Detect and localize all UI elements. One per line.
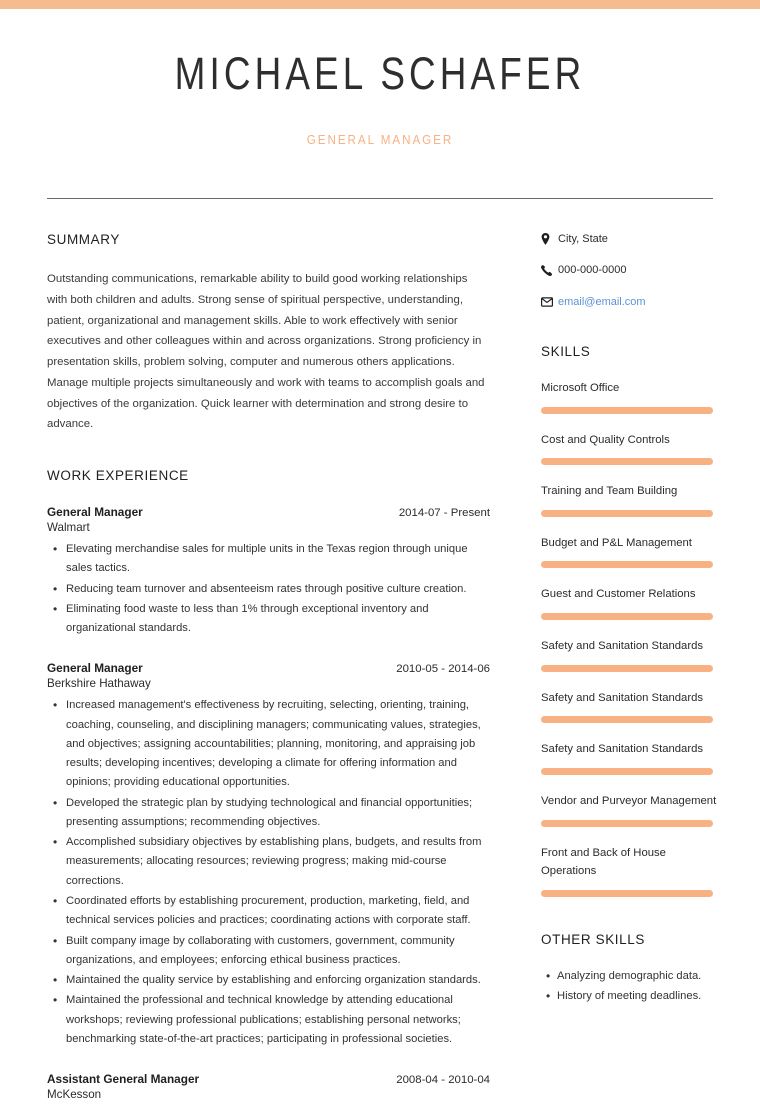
contact-text: 000-000-0000 <box>558 264 627 277</box>
job-bullet: Reducing team turnover and absenteeism r… <box>53 579 490 600</box>
skill-label: Front and Back of House Operations <box>541 846 666 878</box>
envelope-icon <box>541 297 558 307</box>
job-entry: General Manager 2010-05 - 2014-06 Berkshir… <box>47 661 490 1049</box>
other-skill-item: Analyzing demographic data. <box>546 966 721 987</box>
candidate-job-title: GENERAL MANAGER <box>306 132 454 147</box>
skill-label: Guest and Customer Relations <box>541 588 696 601</box>
resume-page: MICHAEL SCHAFER GENERAL MANAGER SUMMARY … <box>0 0 760 1101</box>
job-bullet: Coordinated efforts by establishing proc… <box>53 891 490 931</box>
main-column: SUMMARY Outstanding communications, rema… <box>47 232 490 1107</box>
skill-item: Safety and Sanitation Standards <box>541 740 721 775</box>
skill-label: Microsoft Office <box>541 381 620 394</box>
job-dates: 2014-07 - Present <box>398 507 490 519</box>
job-header: General Manager 2014-07 - Present <box>47 505 490 519</box>
job-bullet: Built company image by collaborating wit… <box>53 931 490 971</box>
skill-label: Training and Team Building <box>541 485 678 498</box>
job-dates: 2010-05 - 2014-06 <box>396 663 490 676</box>
job-bullet: Developed the strategic plan by studying… <box>53 793 490 833</box>
header-divider <box>47 198 713 199</box>
job-title: General Manager <box>47 505 143 519</box>
job-bullet: Maintained the professional and technica… <box>53 990 490 1049</box>
job-bullet: Increased management's effectiveness by … <box>53 695 490 792</box>
job-company: McKesson <box>47 1088 102 1102</box>
skills-list: Microsoft Office Cost and Quality Control… <box>541 379 721 897</box>
job-bullet-list: Elevating merchandise sales for multiple… <box>47 539 490 639</box>
skill-level-bar <box>541 889 713 897</box>
skill-level-bar <box>541 819 713 827</box>
job-company: Berkshire Hathaway <box>47 677 151 691</box>
job-bullet: Accomplished subsidiary objectives by es… <box>53 832 490 891</box>
job-bullet-list: Increased management's effectiveness by … <box>47 695 490 1049</box>
skill-item: Safety and Sanitation Standards <box>541 637 721 672</box>
job-bullet: Eliminating food waste to less than 1% t… <box>53 599 490 639</box>
skill-item: Budget and P&L Management <box>541 534 721 569</box>
job-company: Walmart <box>47 521 90 534</box>
job-bullet: Maintained the quality service by establ… <box>53 970 490 991</box>
work-experience-heading: WORK EXPERIENCE <box>47 468 189 483</box>
skills-heading: SKILLS <box>541 343 591 359</box>
skill-level-bar <box>541 716 713 724</box>
job-entry: General Manager 2014-07 - Present Walmart E… <box>47 505 490 638</box>
skill-label: Budget and P&L Management <box>541 536 692 549</box>
skill-label: Vendor and Purveyor Management <box>541 794 717 807</box>
sidebar-column: City, State 000-000-0000 email@email.com S… <box>541 232 721 1007</box>
skill-item: Microsoft Office <box>541 379 721 414</box>
job-title: Assistant General Manager <box>47 1072 200 1087</box>
other-skill-item: History of meeting deadlines. <box>546 986 721 1007</box>
contact-item: 000-000-0000 <box>541 263 721 277</box>
skill-level-bar <box>541 509 713 517</box>
skill-label: Safety and Sanitation Standards <box>541 743 704 756</box>
job-entry: Assistant General Manager 2008-04 - 2010-… <box>47 1072 490 1101</box>
skill-item: Front and Back of House Operations <box>541 844 721 897</box>
skill-level-bar <box>541 664 713 672</box>
email-link[interactable]: email@email.com <box>558 295 646 309</box>
skill-item: Safety and Sanitation Standards <box>541 689 721 724</box>
skill-level-bar <box>541 613 713 621</box>
resume-header: MICHAEL SCHAFER GENERAL MANAGER <box>0 9 760 147</box>
job-bullet: Elevating merchandise sales for multiple… <box>53 539 490 579</box>
skill-item: Training and Team Building <box>541 482 721 517</box>
summary-text: Outstanding communications, remarkable a… <box>47 273 485 431</box>
job-title: General Manager <box>47 661 143 676</box>
job-header: General Manager 2010-05 - 2014-06 <box>47 661 490 675</box>
summary-heading: SUMMARY <box>47 232 120 247</box>
skill-level-bar <box>541 458 713 466</box>
skill-level-bar <box>541 561 713 569</box>
skill-item: Guest and Customer Relations <box>541 585 721 621</box>
other-skills-list: Analyzing demographic data.History of me… <box>541 966 721 1007</box>
skill-level-bar <box>541 406 713 414</box>
job-header: Assistant General Manager 2008-04 - 2010-… <box>47 1072 490 1086</box>
skill-label: Safety and Sanitation Standards <box>541 640 704 653</box>
location-pin-icon <box>541 233 558 245</box>
candidate-name: MICHAEL SCHAFER <box>174 48 586 99</box>
other-skills-heading: OTHER SKILLS <box>541 931 645 947</box>
skill-label: Safety and Sanitation Standards <box>541 691 704 704</box>
contact-text: City, State <box>558 233 608 245</box>
contact-item: City, State <box>541 232 721 246</box>
skill-item: Vendor and Purveyor Management <box>541 792 721 827</box>
contact-list: City, State 000-000-0000 email@email.com <box>541 232 721 309</box>
contact-item[interactable]: email@email.com <box>541 295 721 309</box>
skill-label: Cost and Quality Controls <box>541 433 670 446</box>
skill-level-bar <box>541 767 713 775</box>
work-experience-list: General Manager 2014-07 - Present Walmart E… <box>47 505 490 1101</box>
skill-item: Cost and Quality Controls <box>541 431 721 466</box>
top-accent-bar <box>0 0 760 9</box>
phone-icon <box>541 265 558 276</box>
